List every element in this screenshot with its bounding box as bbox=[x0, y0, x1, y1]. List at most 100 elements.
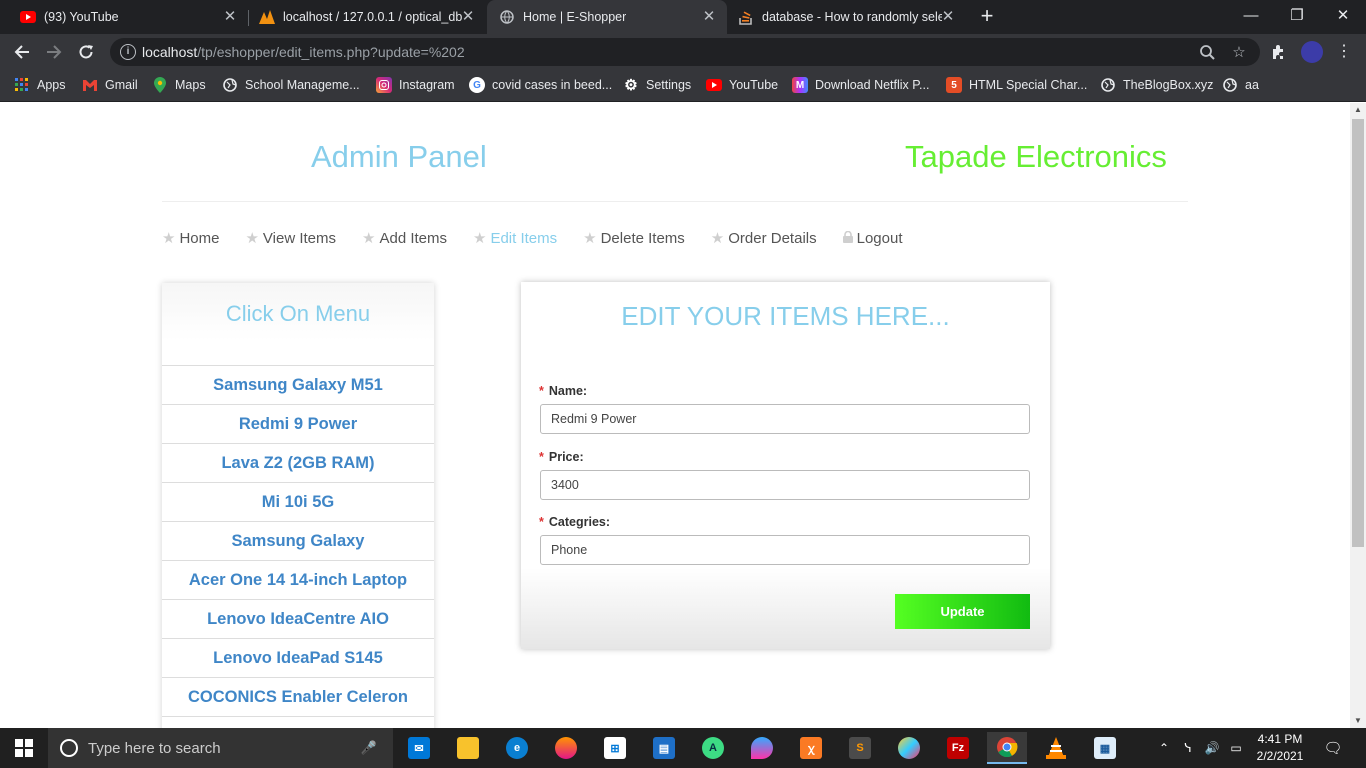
bookmark-star-icon[interactable]: ☆ bbox=[1230, 43, 1248, 61]
chrome-menu-icon[interactable]: ⋮ bbox=[1336, 42, 1352, 62]
close-icon[interactable]: ✕ bbox=[701, 9, 717, 25]
taskbar-search[interactable]: Type here to search 🎤 bbox=[48, 728, 393, 768]
file-explorer-icon[interactable] bbox=[448, 732, 488, 764]
menu-item[interactable]: Samsung Galaxy bbox=[162, 522, 434, 561]
zoom-search-icon[interactable] bbox=[1198, 43, 1216, 61]
tab-title: (93) YouTube bbox=[44, 10, 119, 24]
bookmark-school[interactable]: School Manageme... bbox=[222, 70, 360, 100]
paint-icon[interactable] bbox=[889, 732, 929, 764]
brand-title[interactable]: Tapade Electronics bbox=[905, 139, 1167, 175]
bookmark-netflix[interactable]: M Download Netflix P... bbox=[792, 70, 929, 100]
volume-icon[interactable]: 🔊 bbox=[1202, 728, 1222, 768]
nav-add-items[interactable]: ★ Add Items bbox=[362, 229, 447, 248]
bookmark-label: TheBlogBox.xyz bbox=[1123, 78, 1214, 92]
extensions-puzzle-icon[interactable] bbox=[1269, 42, 1289, 62]
menu-item[interactable]: Mi 10i 5G bbox=[162, 483, 434, 522]
search-placeholder: Type here to search bbox=[88, 739, 221, 757]
menu-item[interactable]: Lava Z2 (2GB RAM) bbox=[162, 444, 434, 483]
menu-item[interactable]: COCONICS Enabler Celeron bbox=[162, 678, 434, 717]
drop-app-icon[interactable] bbox=[742, 732, 782, 764]
star-icon: ★ bbox=[710, 230, 725, 247]
tab-eshopper[interactable]: Home | E-Shopper ✕ bbox=[487, 0, 727, 34]
android-studio-icon[interactable]: A bbox=[693, 732, 733, 764]
reload-button[interactable] bbox=[74, 40, 98, 64]
back-button[interactable] bbox=[10, 40, 34, 64]
bookmark-html-special[interactable]: 5 HTML Special Char... bbox=[946, 70, 1087, 100]
tab-stackoverflow[interactable]: database - How to randomly sele ✕ bbox=[728, 0, 966, 34]
menu-item[interactable]: Samsung Galaxy M51 bbox=[162, 366, 434, 405]
tab-youtube[interactable]: (93) YouTube ✕ bbox=[8, 0, 248, 34]
menu-item[interactable]: Redmi 9 Power bbox=[162, 405, 434, 444]
clock-date: 2/2/2021 bbox=[1256, 749, 1304, 763]
browser-toolbar: i localhost/tp/eshopper/edit_items.php?u… bbox=[0, 34, 1366, 70]
bookmark-label: covid cases in beed... bbox=[492, 78, 613, 92]
bookmark-youtube[interactable]: YouTube bbox=[706, 70, 778, 100]
profile-avatar[interactable] bbox=[1301, 41, 1323, 63]
nav-order-details[interactable]: ★ Order Details bbox=[710, 229, 817, 248]
news-icon[interactable]: ▤ bbox=[644, 732, 684, 764]
scroll-down-icon[interactable]: ▼ bbox=[1350, 714, 1366, 728]
tab-phpmyadmin[interactable]: localhost / 127.0.0.1 / optical_db ✕ bbox=[249, 0, 486, 34]
bookmark-instagram[interactable]: Instagram bbox=[376, 70, 455, 100]
scrollbar-thumb[interactable] bbox=[1352, 119, 1364, 547]
vlc-icon[interactable] bbox=[1036, 732, 1076, 764]
notifications-icon[interactable]: 🗨 bbox=[1320, 728, 1346, 768]
admin-nav: ★ Home ★ View Items ★ Add Items ★ Edit Items… bbox=[162, 229, 929, 248]
globe-icon bbox=[1222, 77, 1238, 93]
nav-logout[interactable]: Logout bbox=[842, 229, 903, 247]
microphone-icon[interactable]: 🎤 bbox=[361, 740, 377, 756]
windows-taskbar: Type here to search 🎤 ✉ e ⊞ ▤ A ꭓ S Fz ▦… bbox=[0, 728, 1366, 768]
edge-icon[interactable]: e bbox=[497, 732, 537, 764]
nav-view-items[interactable]: ★ View Items bbox=[245, 229, 336, 248]
bookmark-gmail[interactable]: Gmail bbox=[82, 70, 138, 100]
minimize-button[interactable]: — bbox=[1228, 0, 1274, 30]
gmail-icon bbox=[82, 77, 98, 93]
system-clock[interactable]: 4:41 PM 2/2/2021 bbox=[1252, 731, 1308, 765]
close-icon[interactable]: ✕ bbox=[940, 9, 956, 25]
bookmark-aa[interactable]: aa bbox=[1222, 70, 1259, 100]
forward-button[interactable] bbox=[42, 40, 66, 64]
bookmark-label: Apps bbox=[37, 78, 66, 92]
label-text: Categries: bbox=[548, 515, 611, 529]
site-info-icon[interactable]: i bbox=[120, 44, 136, 60]
page-scrollbar[interactable]: ▲ ▼ bbox=[1350, 103, 1366, 728]
menu-item[interactable]: Acer One 14 14-inch Laptop bbox=[162, 561, 434, 600]
menu-item[interactable]: Lenovo IdeaPad S145 bbox=[162, 639, 434, 678]
battery-icon[interactable]: ▭ bbox=[1226, 728, 1246, 768]
input-method-icon[interactable]: ᓭ bbox=[1178, 728, 1198, 768]
filezilla-icon[interactable]: Fz bbox=[938, 732, 978, 764]
store-icon[interactable]: ⊞ bbox=[595, 732, 635, 764]
apps-grid-icon bbox=[14, 77, 30, 93]
menu-item[interactable]: Lenovo IdeaCentre AIO bbox=[162, 600, 434, 639]
bookmark-settings[interactable]: ⚙ Settings bbox=[623, 70, 691, 100]
bookmark-maps[interactable]: Maps bbox=[152, 70, 206, 100]
nav-delete-items[interactable]: ★ Delete Items bbox=[583, 229, 685, 248]
category-input[interactable]: Phone bbox=[540, 535, 1030, 565]
required-mark: * bbox=[539, 384, 544, 398]
firefox-icon[interactable] bbox=[546, 732, 586, 764]
name-input[interactable]: Redmi 9 Power bbox=[540, 404, 1030, 434]
bookmark-covid[interactable]: Gcovid cases in beed... bbox=[469, 70, 612, 100]
mail-icon[interactable]: ✉ bbox=[399, 732, 439, 764]
address-bar[interactable]: i localhost/tp/eshopper/edit_items.php?u… bbox=[110, 38, 1260, 66]
calendar-notes-icon[interactable]: ▦ bbox=[1085, 732, 1125, 764]
tray-overflow-icon[interactable]: ⌃ bbox=[1154, 728, 1174, 768]
close-icon[interactable]: ✕ bbox=[222, 9, 238, 25]
restore-button[interactable]: ❐ bbox=[1274, 0, 1320, 30]
price-input[interactable]: 3400 bbox=[540, 470, 1030, 500]
start-button[interactable] bbox=[0, 728, 48, 768]
nav-home[interactable]: ★ Home bbox=[162, 229, 219, 248]
required-mark: * bbox=[539, 515, 544, 529]
required-mark: * bbox=[539, 450, 544, 464]
update-button[interactable]: Update bbox=[895, 594, 1030, 629]
nav-edit-items[interactable]: ★ Edit Items bbox=[473, 229, 557, 248]
chrome-icon[interactable] bbox=[987, 732, 1027, 764]
bookmark-apps[interactable]: Apps bbox=[14, 70, 66, 100]
sublime-text-icon[interactable]: S bbox=[840, 732, 880, 764]
scroll-up-icon[interactable]: ▲ bbox=[1350, 103, 1366, 117]
new-tab-button[interactable]: + bbox=[976, 5, 998, 28]
close-window-button[interactable]: ✕ bbox=[1320, 0, 1366, 30]
bookmark-theblogbox[interactable]: TheBlogBox.xyz bbox=[1100, 70, 1213, 100]
close-icon[interactable]: ✕ bbox=[460, 9, 476, 25]
xampp-icon[interactable]: ꭓ bbox=[791, 732, 831, 764]
